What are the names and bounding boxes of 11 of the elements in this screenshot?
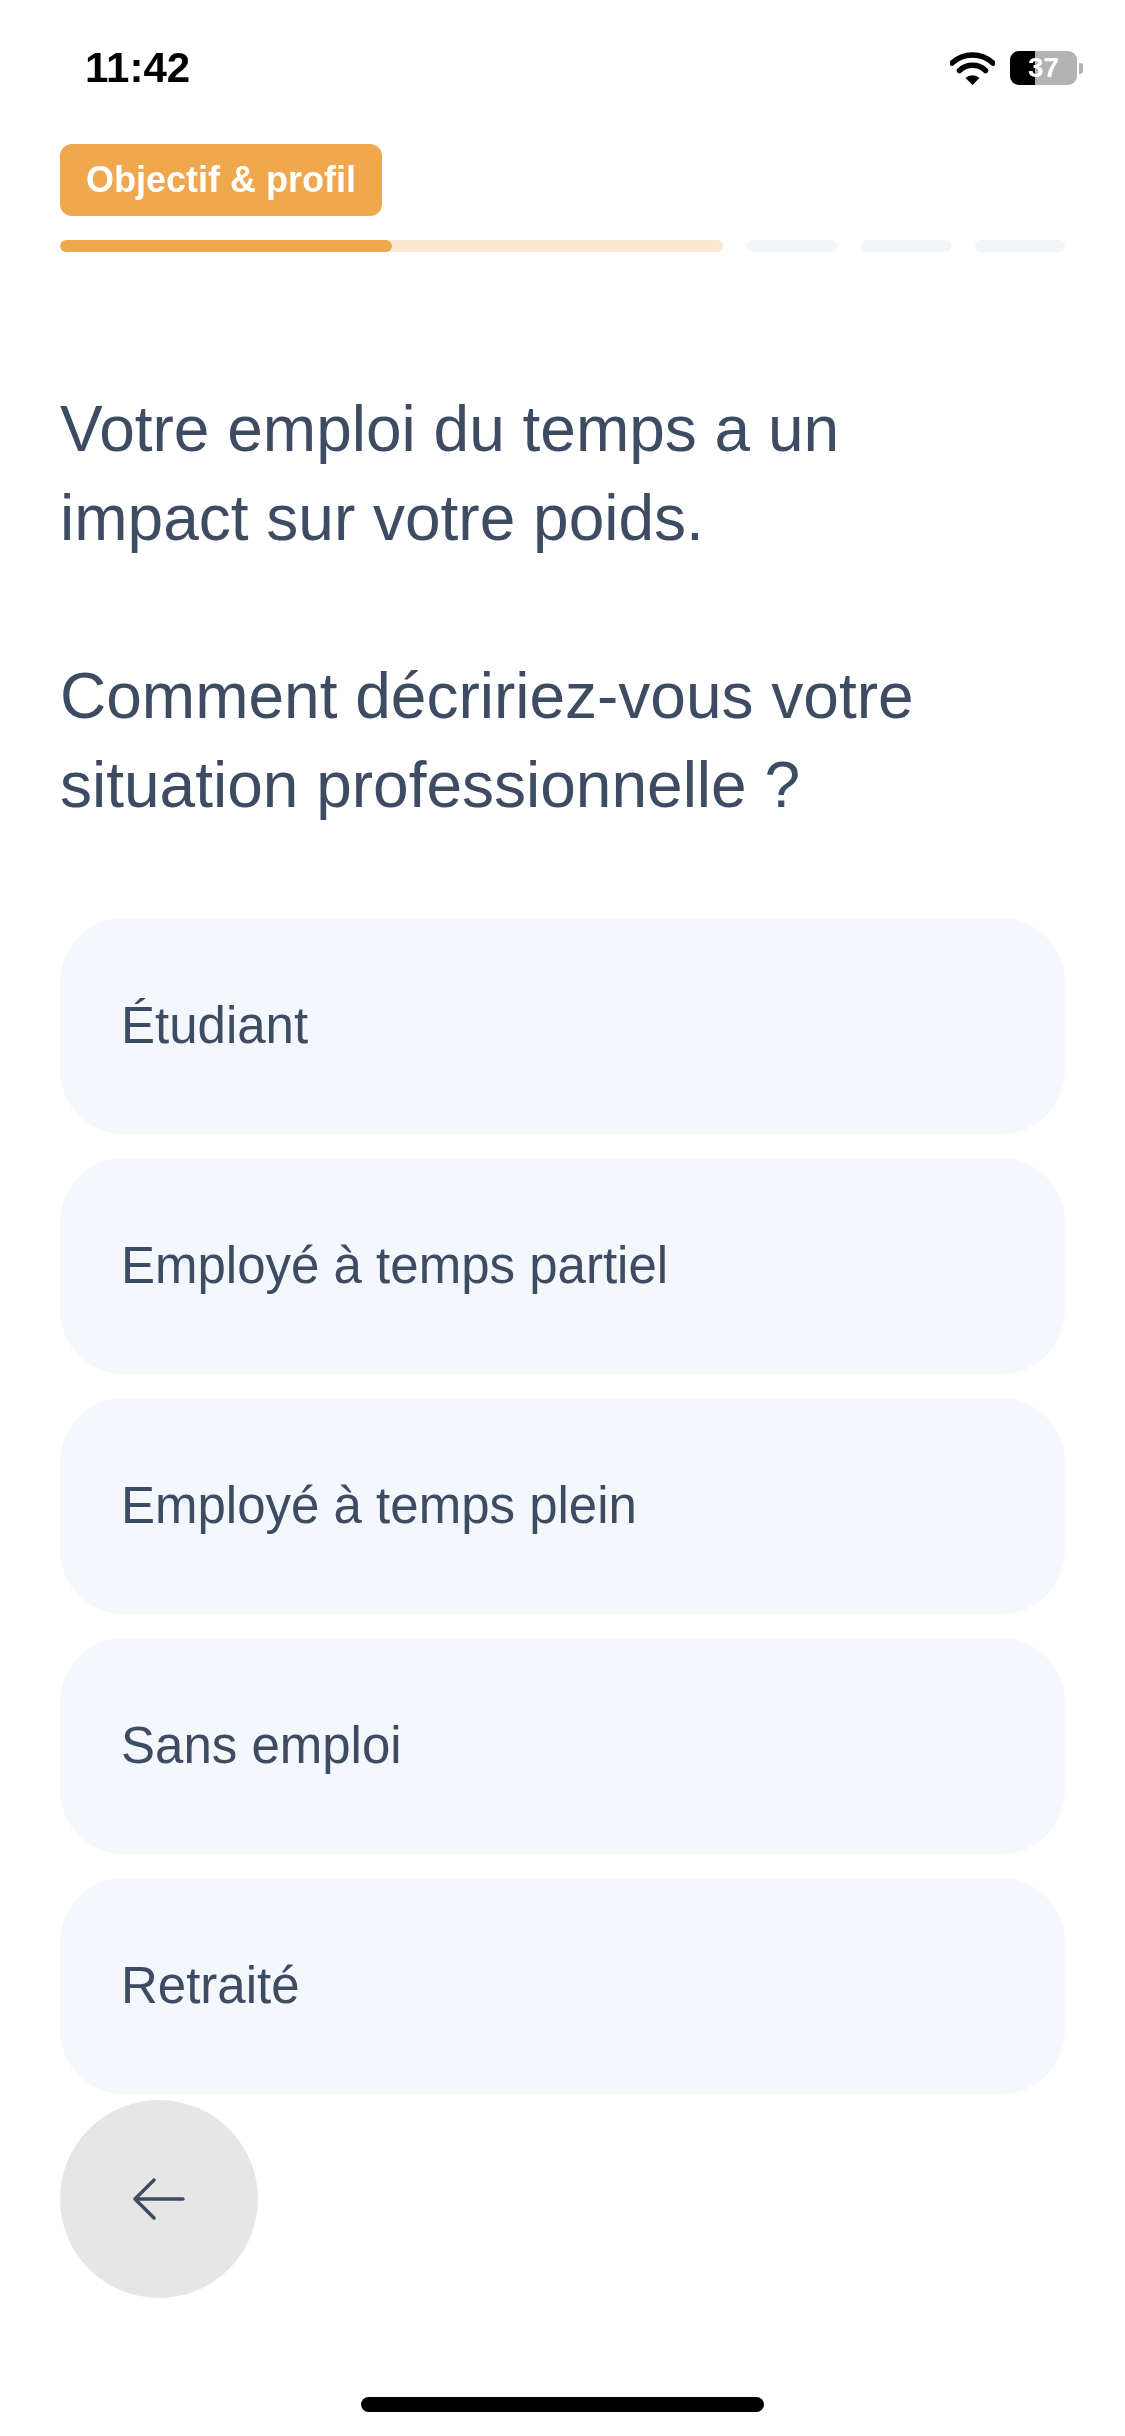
option-button[interactable]: Sans emploi	[60, 1638, 1065, 1854]
question-text: Comment décririez-vous votre situation professionnelle ?	[60, 659, 915, 823]
status-time: 11:42	[85, 47, 191, 89]
option-button[interactable]: Employé à temps plein	[60, 1398, 1065, 1614]
question-text: Votre emploi du temps a un impact sur votre poids.	[60, 392, 841, 556]
left-arrow-icon	[133, 2178, 185, 2220]
wifi-icon	[950, 51, 995, 85]
option-button[interactable]: Employé à temps partiel	[60, 1158, 1065, 1374]
option-button[interactable]: Retraité	[60, 1878, 1065, 2094]
option-button[interactable]: Étudiant	[60, 918, 1065, 1134]
section-tag: Objectif & profil	[60, 144, 382, 216]
